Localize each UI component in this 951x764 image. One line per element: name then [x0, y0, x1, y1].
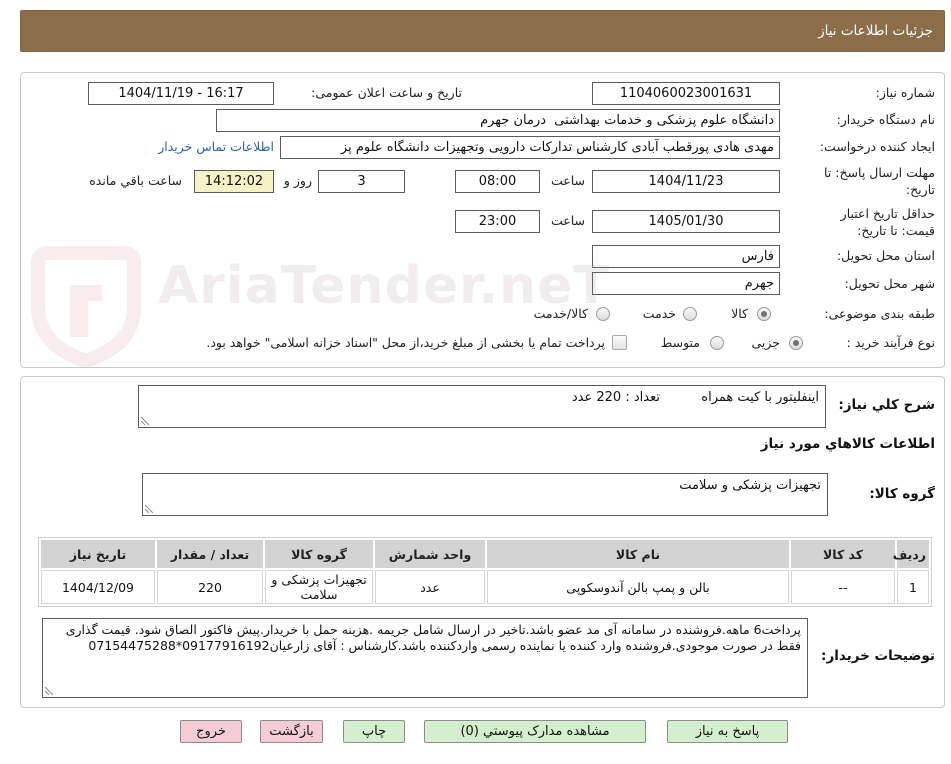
cell-row-number: 1 — [897, 570, 929, 604]
need-number-field[interactable]: 1104060023001631 — [592, 82, 780, 105]
back-button[interactable]: بازگشت — [260, 720, 323, 743]
print-button[interactable]: چاپ — [343, 720, 405, 743]
buyer-notes-label: توضیحات خریدار: — [821, 648, 935, 664]
need-description-textarea[interactable]: اینفلیتور با کیت همراه تعداد : 220 عدد — [138, 385, 826, 428]
cell-item-group: تجهیزات پزشکی و سلامت — [265, 570, 373, 604]
need-number-label: شماره نیاز: — [875, 85, 935, 100]
purchase-type-label: نوع فرآیند خرید : — [846, 335, 935, 350]
category-option-goods-service: کالا/خدمت — [533, 306, 588, 321]
remaining-time-label: ساعت باقي مانده — [89, 173, 182, 188]
col-header-item-code: کد کالا — [791, 540, 895, 568]
price-validity-time-field[interactable]: 23:00 — [455, 210, 540, 233]
table-header-row: ردیف کد کالا نام کالا واحد شمارش گروه کا… — [41, 540, 929, 568]
cell-unit: عدد — [375, 570, 485, 604]
textarea-resize-handle[interactable] — [141, 416, 150, 425]
page-header: جزئیات اطلاعات نیاز — [20, 10, 945, 52]
col-header-unit: واحد شمارش — [375, 540, 485, 568]
col-header-item-name: نام کالا — [487, 540, 789, 568]
cell-need-date: 1404/12/09 — [41, 570, 155, 604]
goods-group-label: گروه کالا: — [869, 486, 935, 502]
need-description-text: اینفلیتور با کیت همراه تعداد : 220 عدد — [571, 390, 819, 405]
deadline-label-line2: تاریخ: — [905, 182, 935, 197]
need-details-page: جزئیات اطلاعات نیاز شماره نیاز: 11040600… — [0, 0, 951, 764]
remaining-days-label: روز و — [283, 173, 312, 188]
category-option-service: خدمت — [642, 306, 676, 321]
province-field[interactable]: فارس — [592, 245, 780, 268]
buyer-notes-text: پرداخت6 ماهه.فروشنده در سامانه آی مد عضو… — [65, 622, 801, 653]
price-validity-time-label: ساعت — [550, 213, 585, 228]
cell-quantity: 220 — [157, 570, 263, 604]
category-radio-service[interactable] — [683, 307, 697, 321]
buyer-org-label: نام دستگاه خریدار: — [836, 112, 935, 127]
requester-field[interactable]: مهدی هادی پورقطب آبادی کارشناس تدارکات د… — [280, 136, 780, 159]
purchase-type-option-minor: جزیی — [751, 335, 780, 350]
cell-item-name: بالن و پمپ بالن آندوسکوپی — [487, 570, 789, 604]
view-attachments-button[interactable]: مشاهده مدارک پیوستي (0) — [424, 720, 646, 743]
deadline-time-label: ساعت — [550, 173, 585, 188]
announce-datetime-field[interactable]: 1404/11/19 - 16:17 — [88, 82, 274, 105]
remaining-days-field[interactable]: 3 — [318, 170, 405, 193]
remaining-time-field[interactable]: 14:12:02 — [194, 170, 274, 193]
requester-label: ایجاد کننده درخواست: — [819, 139, 935, 154]
city-label: شهر محل تحویل: — [844, 276, 935, 291]
buyer-org-field[interactable]: دانشگاه علوم پزشکی و خدمات بهداشتی درمان… — [216, 109, 780, 132]
treasury-bonds-label: پرداخت تمام یا بخشی از مبلغ خرید،از محل … — [206, 335, 605, 350]
textarea-resize-handle[interactable] — [145, 504, 154, 513]
treasury-bonds-checkbox[interactable] — [612, 335, 627, 350]
price-validity-label-line2: قیمت: تا تاریخ: — [857, 223, 935, 238]
cell-item-code: -- — [791, 570, 895, 604]
goods-table: ردیف کد کالا نام کالا واحد شمارش گروه کا… — [38, 537, 932, 607]
category-option-goods: کالا — [731, 306, 748, 321]
buyer-notes-textarea[interactable]: پرداخت6 ماهه.فروشنده در سامانه آی مد عضو… — [42, 618, 808, 698]
city-field[interactable]: جهرم — [592, 272, 780, 295]
exit-button[interactable]: خروج — [180, 720, 242, 743]
category-radio-goods[interactable] — [757, 307, 771, 321]
purchase-type-radio-medium[interactable] — [710, 336, 724, 350]
buyer-contact-link[interactable]: اطلاعات تماس خریدار — [158, 139, 274, 155]
province-label: استان محل تحویل: — [836, 248, 935, 263]
col-header-quantity: تعداد / مقدار — [157, 540, 263, 568]
category-radio-goods-service[interactable] — [596, 307, 610, 321]
purchase-type-radio-minor[interactable] — [789, 336, 803, 350]
deadline-time-field[interactable]: 08:00 — [455, 170, 540, 193]
goods-group-textarea[interactable]: تجهیزات پزشکی و سلامت — [142, 473, 828, 516]
col-header-need-date: تاریخ نیاز — [41, 540, 155, 568]
page-title: جزئیات اطلاعات نیاز — [818, 23, 933, 39]
col-header-item-group: گروه کالا — [265, 540, 373, 568]
category-label: طبقه بندی موضوعی: — [824, 306, 935, 321]
announce-datetime-label: تاریخ و ساعت اعلان عمومی: — [311, 85, 462, 100]
deadline-label-line1: مهلت ارسال پاسخ: تا — [824, 165, 935, 180]
deadline-date-field[interactable]: 1404/11/23 — [592, 170, 780, 193]
col-header-row-number: ردیف — [893, 540, 929, 568]
price-validity-date-field[interactable]: 1405/01/30 — [592, 210, 780, 233]
goods-section-title: اطلاعات کالاهاي مورد نیاز — [760, 436, 935, 452]
table-row: 1 -- بالن و پمپ بالن آندوسکوپی عدد تجهیز… — [41, 570, 929, 604]
respond-button[interactable]: پاسخ به نیاز — [667, 720, 788, 743]
goods-group-text: تجهیزات پزشکی و سلامت — [679, 478, 821, 493]
need-description-label: شرح کلي نیاز: — [838, 397, 935, 413]
price-validity-label-line1: حداقل تاریخ اعتبار — [840, 206, 935, 221]
purchase-type-option-medium: متوسط — [660, 335, 700, 350]
textarea-resize-handle[interactable] — [45, 686, 54, 695]
